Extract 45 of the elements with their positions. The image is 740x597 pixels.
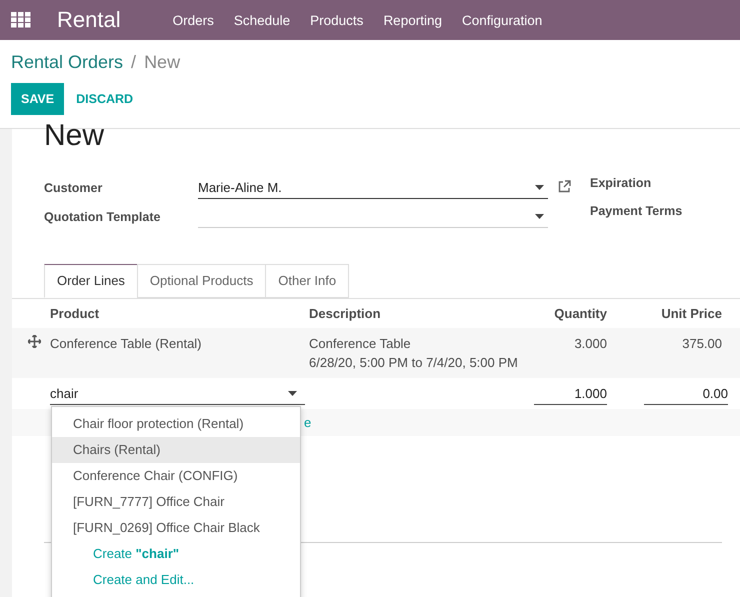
tab[interactable]: Other Info [265, 264, 350, 298]
menu-item[interactable]: Orders [172, 12, 214, 28]
breadcrumb-separator: / [131, 52, 136, 73]
add-line-link[interactable]: e [304, 415, 312, 430]
dropdown-option[interactable]: [FURN_7777] Office Chair [52, 489, 300, 515]
menu-item[interactable]: Configuration [462, 12, 542, 28]
tab[interactable]: Optional Products [136, 264, 266, 298]
column-header: Product [50, 305, 100, 323]
dropdown-option[interactable]: Chairs (Rental) [52, 437, 300, 463]
field-label: Customer [44, 180, 104, 194]
column-header: Description [309, 305, 382, 323]
menu-item[interactable]: Schedule [234, 12, 290, 28]
product-input[interactable]: chair [50, 382, 305, 405]
breadcrumb-current: New [144, 52, 180, 73]
table-cell-text: 375.00 [681, 335, 723, 353]
save-button[interactable]: SAVE [11, 83, 64, 115]
quantity-input[interactable]: 1.000 [534, 382, 607, 405]
table-cell-text: 3.000 [573, 335, 608, 353]
external-link-icon[interactable] [558, 180, 571, 192]
unit-price-input[interactable]: 0.00 [644, 382, 728, 405]
column-header: Unit Price [660, 305, 723, 323]
field-label: Quotation Template [44, 210, 162, 224]
dropdown-option[interactable]: Conference Chair (CONFIG) [52, 463, 300, 489]
app-title: Rental [57, 7, 121, 33]
menu-item[interactable]: Products [310, 12, 364, 28]
dropdown-option[interactable]: [FURN_0269] Office Chair Black [52, 515, 300, 541]
field-label: Payment Terms [590, 204, 682, 218]
tab[interactable]: Order Lines [44, 264, 138, 298]
caret-icon [535, 214, 544, 218]
caret-icon [535, 184, 544, 190]
table-cell-text: Conference Table 6/28/20, 5:00 PM to 7/4/20, 5:00 PM [309, 335, 519, 372]
form-title: New [44, 121, 106, 151]
discard-button[interactable]: DISCARD [66, 83, 144, 115]
caret-icon [288, 390, 297, 396]
drag-handle-icon[interactable] [28, 335, 41, 348]
dropdown-option[interactable]: Chair floor protection (Rental) [52, 411, 300, 437]
column-header: Quantity [553, 305, 608, 323]
field-label: Expiration [590, 176, 652, 190]
dropdown-field[interactable]: Marie-Aline M. [198, 176, 548, 199]
breadcrumb-link[interactable]: Rental Orders [11, 52, 124, 73]
dropdown-option[interactable]: Create and Edit... [52, 567, 300, 593]
apps-menu-icon[interactable] [11, 12, 31, 28]
table-cell-text: Conference Table (Rental) [50, 335, 203, 353]
dropdown-option[interactable]: Create "chair" [52, 541, 300, 567]
menu-item[interactable]: Reporting [383, 12, 442, 28]
